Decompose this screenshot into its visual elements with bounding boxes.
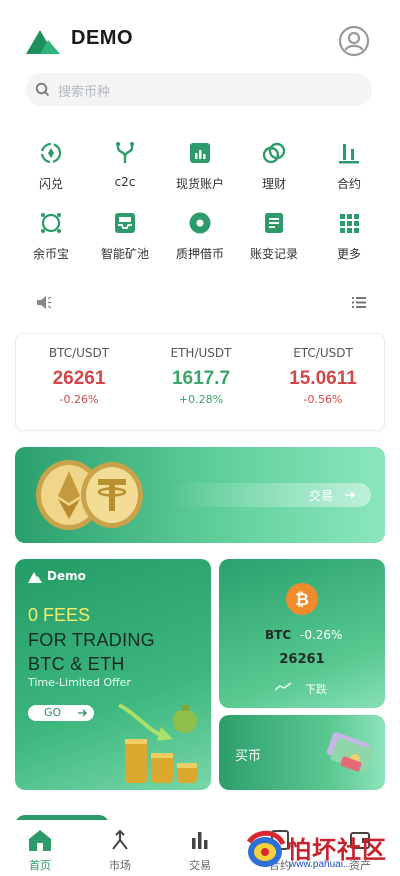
nav-label: 交易 <box>189 859 211 872</box>
menu-item-swap[interactable]: 闪兑 <box>14 140 88 200</box>
coin-stack-illustration <box>118 703 197 783</box>
menu-label: 合约 <box>336 177 361 191</box>
ticker-change: +0.28% <box>178 393 224 406</box>
menu-label: 智能矿池 <box>100 247 149 261</box>
site-watermark: 怕坏社区 www.pahuai... <box>243 826 400 876</box>
ticker-change: -0.26% <box>59 393 99 406</box>
menu-item-spot-account[interactable]: 现货账户 <box>163 140 237 200</box>
rings-icon <box>262 142 286 164</box>
watermark-url: www.pahuai... <box>289 859 352 870</box>
bar-chart-icon <box>190 143 210 163</box>
menu-label: 质押借币 <box>175 247 224 261</box>
target-icon <box>41 213 61 233</box>
btc-change: -0.26% <box>300 628 343 642</box>
ticker-price: 15.0611 <box>289 368 357 389</box>
btc-card[interactable]: ₿ BTC -0.26% 26261 下跌 <box>219 559 385 708</box>
search-input[interactable]: 搜索币种 <box>26 73 372 106</box>
ticker-btc[interactable]: BTC/USDT 26261 -0.26% <box>17 346 141 406</box>
menu-label: 余币宝 <box>32 247 69 261</box>
fork-icon <box>116 142 134 163</box>
promo-fees: 0 FEES <box>28 605 91 625</box>
tray-icon <box>115 213 135 233</box>
tether-coin-icon <box>81 462 143 528</box>
nav-trade[interactable]: 交易 <box>170 828 230 873</box>
buy-crypto-card[interactable]: 买币 <box>219 715 385 790</box>
menu-item-mining-pool[interactable]: 智能矿池 <box>88 210 162 270</box>
menu-label: 账变记录 <box>249 247 298 261</box>
nav-label: 市场 <box>109 859 131 872</box>
candles-icon <box>339 144 359 164</box>
ticker-price: 1617.7 <box>171 368 231 389</box>
menu-label: 现货账户 <box>175 177 224 191</box>
promo-offer: Time-Limited Offer <box>28 676 131 689</box>
menu-item-c2c[interactable]: c2c <box>88 140 162 200</box>
promo-brand: Demo <box>47 569 86 583</box>
home-icon <box>29 830 51 851</box>
menu-item-pledge-borrow[interactable]: 质押借币 <box>163 210 237 270</box>
menu-item-account-records[interactable]: 账变记录 <box>237 210 311 270</box>
ticker-price: 26261 <box>52 368 106 389</box>
document-icon <box>265 213 283 233</box>
svg-text:₿: ₿ <box>295 590 309 609</box>
menu-label: 理财 <box>261 177 286 191</box>
mountain-logo-icon <box>28 572 42 583</box>
market-icon <box>112 829 128 850</box>
notice-bar[interactable] <box>36 293 366 313</box>
menu-item-yubibao[interactable]: 余币宝 <box>14 210 88 270</box>
btc-price: 26261 <box>279 652 325 667</box>
menu-item-contract[interactable]: 合约 <box>312 140 386 200</box>
trend-line-icon <box>274 682 292 691</box>
search-icon <box>35 82 50 97</box>
mountain-logo-icon <box>26 30 60 54</box>
go-label: GO <box>44 706 62 719</box>
bitcoin-icon: ₿ <box>286 583 318 615</box>
promo-line2: BTC & ETH <box>28 654 125 674</box>
header: DEMO <box>0 0 400 72</box>
ticker-eth[interactable]: ETH/USDT 1617.7 +0.28% <box>139 346 263 406</box>
trade-button-label: 交易 <box>308 489 333 503</box>
menu-label: 闪兑 <box>38 177 63 191</box>
arrow-right-icon <box>345 491 356 499</box>
search-placeholder: 搜索币种 <box>58 85 111 100</box>
arrow-right-icon <box>78 709 87 717</box>
ticker-etc[interactable]: ETC/USDT 15.0611 -0.56% <box>261 346 385 406</box>
grid-icon <box>340 214 359 233</box>
market-ticker-card: BTC/USDT 26261 -0.26% ETH/USDT 1617.7 +0… <box>15 333 385 431</box>
disc-icon <box>189 212 211 234</box>
nav-market[interactable]: 市场 <box>90 828 150 873</box>
speaker-icon <box>37 296 52 309</box>
menu-item-finance[interactable]: 理财 <box>237 140 311 200</box>
cash-icon <box>326 732 374 772</box>
nav-label: 首页 <box>29 859 51 872</box>
ticker-pair: ETC/USDT <box>293 346 353 360</box>
user-circle-icon[interactable] <box>338 25 370 57</box>
app-title: DEMO <box>71 27 133 49</box>
go-button[interactable]: GO <box>28 705 94 721</box>
ticker-pair: BTC/USDT <box>48 346 110 360</box>
nav-home[interactable]: 首页 <box>10 828 70 873</box>
menu-label: 更多 <box>336 247 361 261</box>
menu-label: c2c <box>114 175 136 189</box>
promo-line1: FOR TRADING <box>28 630 155 650</box>
btc-symbol: BTC <box>265 628 292 642</box>
list-icon[interactable] <box>352 296 366 309</box>
buy-label: 买币 <box>235 749 262 764</box>
ticker-change: -0.56% <box>303 393 343 406</box>
ticker-pair: ETH/USDT <box>170 346 232 360</box>
menu-item-more[interactable]: 更多 <box>312 210 386 270</box>
trade-button[interactable]: 交易 <box>165 483 371 507</box>
trade-bars-icon <box>192 832 208 849</box>
watermark-logo-icon <box>246 830 286 867</box>
swap-icon <box>40 142 62 164</box>
trade-banner[interactable]: 交易 <box>15 447 385 543</box>
promo-card[interactable]: Demo 0 FEES FOR TRADING BTC & ETH Time-L… <box>15 559 211 790</box>
btc-trend-label: 下跌 <box>305 683 327 696</box>
